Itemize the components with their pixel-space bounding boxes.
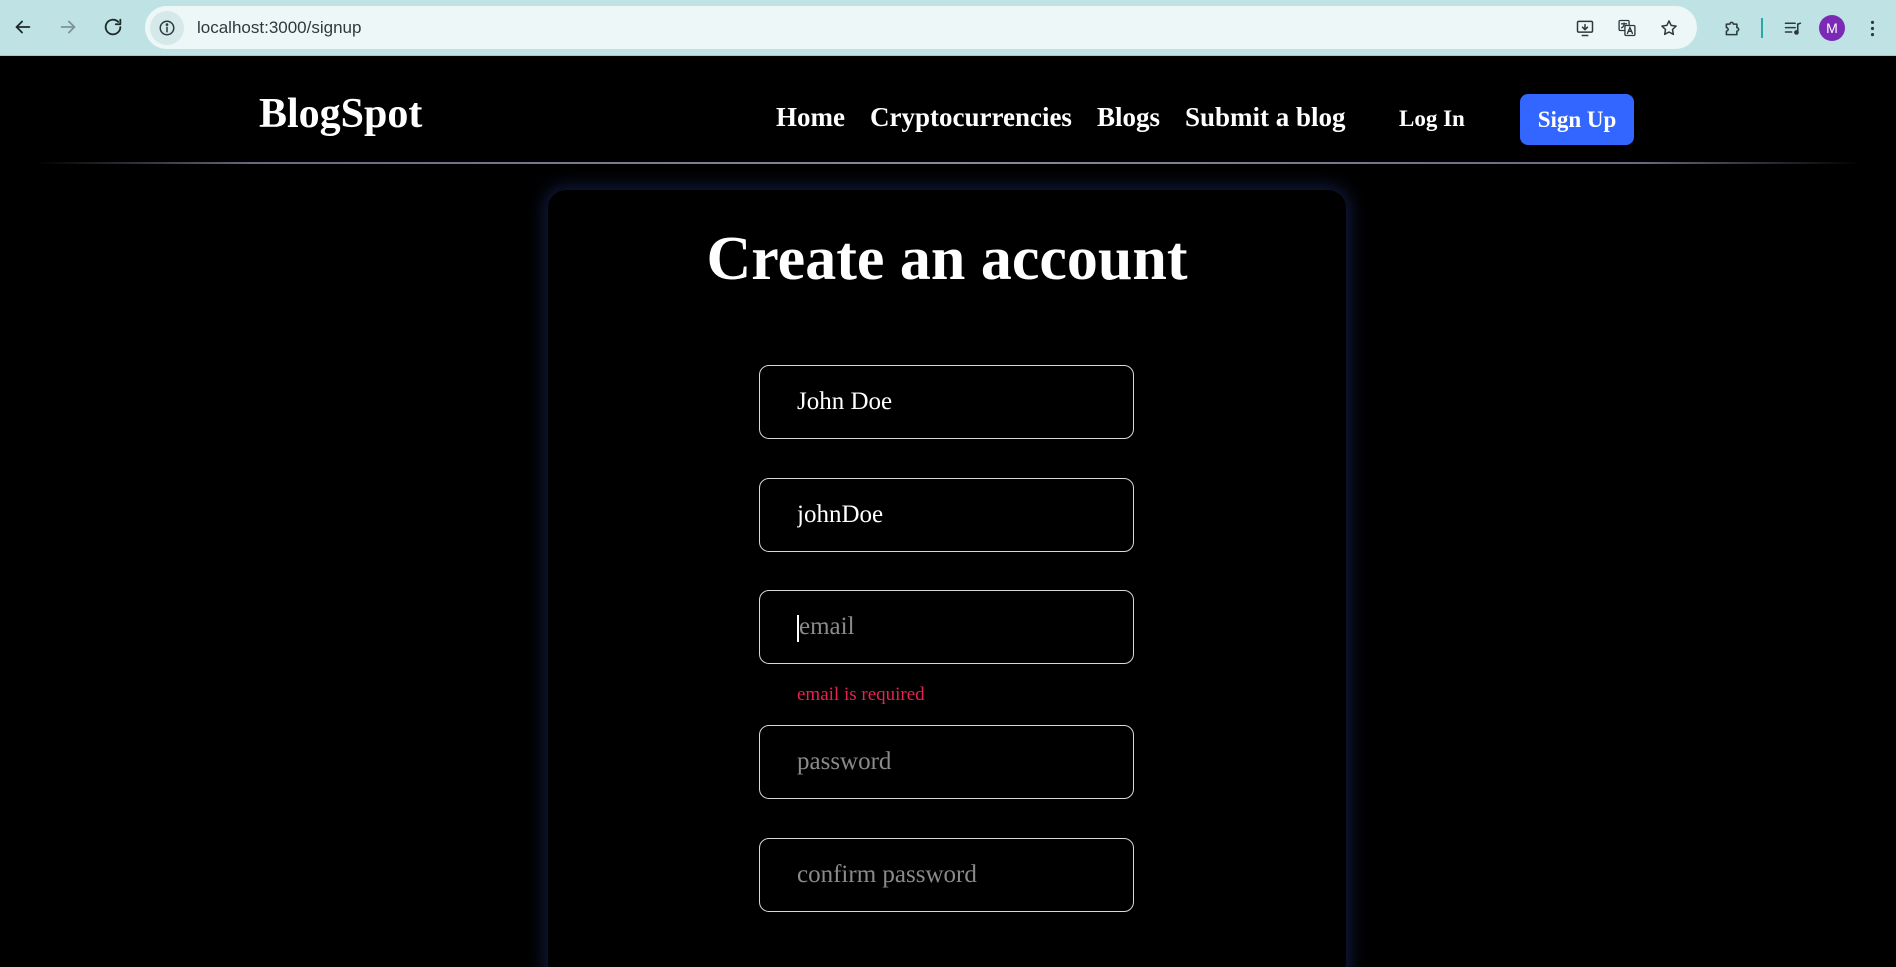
reload-button[interactable] xyxy=(93,7,133,47)
info-icon xyxy=(159,20,175,35)
text-caret xyxy=(797,615,799,642)
username-field[interactable] xyxy=(759,478,1134,552)
install-icon xyxy=(1576,20,1594,36)
email-input[interactable] xyxy=(797,613,1097,641)
confirm-password-field[interactable] xyxy=(759,838,1134,912)
email-field[interactable] xyxy=(759,590,1134,664)
password-input[interactable] xyxy=(797,748,1097,776)
bookmark-star-button[interactable] xyxy=(1653,12,1685,44)
toolbar-divider xyxy=(1761,18,1763,38)
brand-logo[interactable]: BlogSpot xyxy=(259,93,422,135)
nav-link-blogs[interactable]: Blogs xyxy=(1097,104,1160,131)
kebab-menu-icon xyxy=(1870,20,1874,36)
browser-menu-button[interactable] xyxy=(1855,11,1889,45)
translate-icon xyxy=(1618,19,1636,36)
extensions-button[interactable] xyxy=(1715,11,1749,45)
site-header: BlogSpot Home Cryptocurrencies Blogs Sub… xyxy=(0,57,1896,164)
avatar: M xyxy=(1819,15,1845,41)
profile-button[interactable]: M xyxy=(1815,11,1849,45)
username-input[interactable] xyxy=(797,501,1097,529)
translate-button[interactable] xyxy=(1611,12,1643,44)
nav-link-home[interactable]: Home xyxy=(776,104,845,131)
login-link[interactable]: Log In xyxy=(1399,107,1465,130)
email-error-message: email is required xyxy=(797,684,925,705)
arrow-right-icon xyxy=(60,20,76,34)
puzzle-icon xyxy=(1725,21,1739,35)
reload-icon xyxy=(104,18,122,36)
back-button[interactable] xyxy=(3,7,43,47)
password-field[interactable] xyxy=(759,725,1134,799)
header-divider xyxy=(35,162,1861,164)
browser-toolbar: localhost:3000/signup M xyxy=(0,0,1896,56)
fullname-field[interactable] xyxy=(759,365,1134,439)
page-title: Create an account xyxy=(706,225,1188,293)
signup-card: Create an account email is required xyxy=(548,190,1346,967)
site-info-button[interactable] xyxy=(150,10,184,45)
playlist-icon xyxy=(1784,21,1801,35)
forward-button[interactable] xyxy=(48,7,88,47)
nav-link-submit-blog[interactable]: Submit a blog xyxy=(1185,104,1346,131)
signup-button[interactable]: Sign Up xyxy=(1520,94,1634,145)
url-text[interactable]: localhost:3000/signup xyxy=(197,18,361,38)
nav-link-cryptocurrencies[interactable]: Cryptocurrencies xyxy=(870,104,1072,131)
media-controls-button[interactable] xyxy=(1775,11,1809,45)
address-bar[interactable]: localhost:3000/signup xyxy=(145,6,1697,49)
fullname-input[interactable] xyxy=(797,388,1097,416)
star-icon xyxy=(1661,19,1677,35)
main-nav: Home Cryptocurrencies Blogs Submit a blo… xyxy=(776,104,1346,131)
confirm-password-input[interactable] xyxy=(797,861,1097,889)
install-app-button[interactable] xyxy=(1569,12,1601,44)
arrow-left-icon xyxy=(15,20,31,34)
